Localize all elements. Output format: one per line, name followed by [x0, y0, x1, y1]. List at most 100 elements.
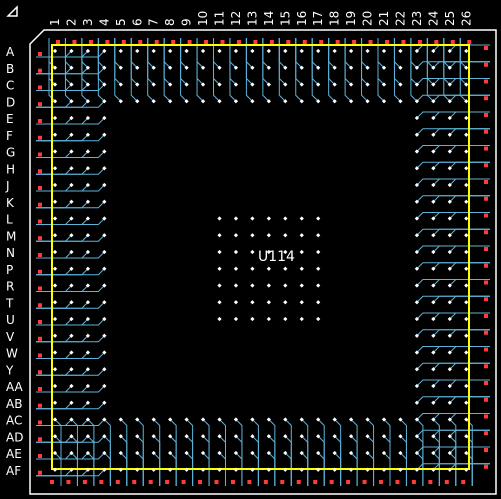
fanout-trace	[432, 228, 490, 236]
escape-pad	[247, 480, 252, 484]
bga-ball	[299, 216, 304, 221]
fanout-trace	[432, 195, 490, 203]
column-label: 17	[311, 11, 325, 26]
fanout-trace	[180, 38, 187, 69]
escape-pad	[38, 303, 42, 308]
bga-ball	[250, 48, 255, 54]
fanout-trace	[432, 295, 490, 303]
fanout-trace	[459, 38, 467, 69]
bga-ball	[52, 48, 58, 54]
bga-ball	[283, 316, 288, 322]
row-label: AC	[6, 414, 22, 428]
fanout-trace	[284, 435, 292, 486]
bga-ball	[217, 48, 222, 54]
escape-pad	[368, 40, 373, 44]
pin1-marker-icon	[6, 5, 18, 17]
column-label: 14	[262, 11, 276, 26]
bga-ball	[250, 266, 255, 271]
escape-pad	[484, 297, 488, 302]
escape-pad	[280, 480, 285, 484]
escape-pad	[352, 40, 357, 44]
escape-pad	[484, 79, 488, 84]
bga-ball	[52, 132, 58, 137]
escape-pad	[484, 280, 488, 285]
fanout-trace	[400, 435, 407, 486]
column-label: 18	[328, 11, 342, 26]
bga-ball	[250, 233, 255, 238]
row-label: A	[6, 45, 15, 59]
escape-pad	[38, 370, 42, 375]
fanout-trace	[383, 435, 391, 486]
bga-ball	[217, 283, 222, 288]
fanout-trace	[410, 38, 418, 69]
fanout-trace	[36, 318, 89, 326]
bga-ball	[52, 266, 58, 271]
escape-pad	[313, 480, 318, 484]
fanout-trace	[219, 435, 226, 486]
bga-ball	[398, 48, 403, 54]
fanout-trace	[295, 38, 303, 102]
escape-pad	[385, 40, 389, 44]
escape-pad	[286, 40, 291, 44]
fanout-trace	[36, 151, 89, 158]
fanout-trace	[36, 218, 89, 225]
bga-ball	[151, 48, 156, 54]
row-label: B	[6, 62, 14, 76]
escape-pad	[302, 40, 307, 44]
escape-pad	[99, 480, 104, 484]
fanout-trace	[443, 38, 451, 102]
fanout-trace	[328, 38, 336, 69]
escape-pad	[38, 236, 42, 241]
bga-ball	[266, 316, 271, 322]
escape-pad	[346, 480, 351, 484]
fanout-trace	[130, 38, 138, 102]
fanout-trace	[36, 84, 89, 91]
row-label: T	[5, 296, 14, 310]
escape-pad	[467, 40, 472, 44]
escape-pad	[230, 480, 235, 484]
fanout-trace	[196, 38, 204, 69]
escape-pad	[38, 320, 42, 324]
escape-pad	[38, 186, 42, 190]
bga-ball	[316, 249, 321, 255]
escape-pad	[329, 480, 334, 484]
bga-ball	[233, 233, 239, 238]
fanout-trace	[311, 38, 319, 69]
fanout-trace	[443, 38, 451, 69]
bga-ball	[464, 367, 469, 372]
fanout-trace	[114, 38, 122, 102]
bga-ball	[52, 383, 58, 389]
bga-ball	[464, 216, 469, 221]
escape-pad	[417, 40, 422, 44]
escape-pad	[38, 102, 42, 107]
escape-pad	[484, 129, 488, 134]
fanout-trace	[334, 435, 342, 486]
fanout-trace	[36, 469, 89, 477]
fanout-trace	[432, 245, 490, 253]
fanout-trace	[36, 100, 89, 108]
fanout-trace	[36, 184, 89, 192]
bga-ball	[348, 48, 354, 54]
bga-ball	[283, 266, 288, 271]
column-label: 11	[213, 11, 227, 26]
bga-ball	[316, 216, 321, 221]
fanout-trace	[426, 38, 434, 102]
fanout-trace	[36, 402, 89, 410]
bga-ball	[266, 300, 271, 305]
escape-pad	[484, 431, 488, 436]
escape-pad	[214, 480, 219, 484]
bga-ball	[217, 249, 222, 255]
fanout-trace	[36, 50, 89, 58]
fanout-trace	[64, 38, 72, 69]
bga-ball	[233, 300, 239, 305]
bga-ball	[464, 383, 469, 389]
escape-pad	[269, 40, 274, 44]
fanout-trace	[71, 435, 78, 486]
column-label: 22	[393, 11, 407, 26]
row-label: J	[5, 179, 10, 193]
bga-ball	[52, 316, 58, 322]
fanout-trace	[432, 413, 490, 420]
column-label: 15	[278, 11, 292, 26]
bga-ball	[52, 350, 58, 355]
fanout-trace	[432, 362, 490, 370]
